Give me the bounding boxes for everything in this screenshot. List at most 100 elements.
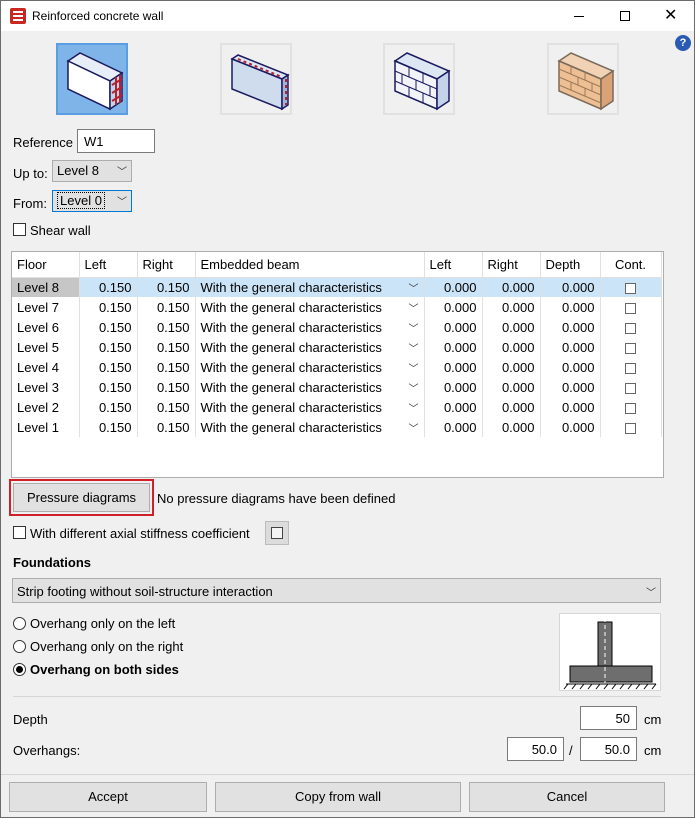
cont-cell[interactable] [600, 377, 662, 397]
floor-cell[interactable]: Level 4 [12, 357, 80, 377]
floor-cell[interactable]: Level 3 [12, 377, 80, 397]
right-cell[interactable]: 0.150 [137, 377, 196, 397]
chevron-down-icon[interactable]: ﹀ [409, 340, 419, 355]
table-row[interactable]: Level 8 0.150 0.150 With the general cha… [12, 277, 662, 297]
beam-cell[interactable]: With the general characteristics ﹀ [195, 277, 425, 297]
table-row[interactable]: Level 3 0.150 0.150 With the general cha… [12, 377, 662, 397]
beam-right-cell[interactable]: 0.000 [482, 277, 541, 297]
beam-right-cell[interactable]: 0.000 [482, 337, 541, 357]
cont-cell[interactable] [600, 317, 662, 337]
minimize-button[interactable] [556, 1, 602, 31]
cont-checkbox[interactable] [625, 362, 636, 374]
beam-left-cell[interactable]: 0.000 [424, 297, 483, 317]
accept-button[interactable]: Accept [9, 782, 207, 812]
overhang-both-radio[interactable] [13, 663, 26, 676]
left-cell[interactable]: 0.150 [79, 417, 138, 437]
cont-checkbox[interactable] [625, 422, 636, 434]
chevron-down-icon[interactable]: ﹀ [409, 420, 419, 435]
depth-cell[interactable]: 0.000 [540, 277, 601, 297]
beam-right-cell[interactable]: 0.000 [482, 317, 541, 337]
pressure-diagrams-button[interactable]: Pressure diagrams [13, 483, 150, 512]
copy-from-wall-button[interactable]: Copy from wall [215, 782, 461, 812]
chevron-down-icon[interactable]: ﹀ [409, 380, 419, 395]
depth-cell[interactable]: 0.000 [540, 357, 601, 377]
beam-right-cell[interactable]: 0.000 [482, 417, 541, 437]
cont-checkbox[interactable] [625, 322, 636, 334]
cont-checkbox[interactable] [625, 302, 636, 314]
right-cell[interactable]: 0.150 [137, 317, 196, 337]
floor-cell[interactable]: Level 5 [12, 337, 80, 357]
floor-cell[interactable]: Level 8 [12, 277, 80, 297]
left-cell[interactable]: 0.150 [79, 357, 138, 377]
depth-cell[interactable]: 0.000 [540, 297, 601, 317]
depth-cell[interactable]: 0.000 [540, 377, 601, 397]
floor-cell[interactable]: Level 1 [12, 417, 80, 437]
left-cell[interactable]: 0.150 [79, 337, 138, 357]
beam-cell[interactable]: With the general characteristics ﹀ [195, 357, 425, 377]
table-row[interactable]: Level 4 0.150 0.150 With the general cha… [12, 357, 662, 377]
left-cell[interactable]: 0.150 [79, 377, 138, 397]
cancel-button[interactable]: Cancel [469, 782, 665, 812]
left-cell[interactable]: 0.150 [79, 297, 138, 317]
cont-cell[interactable] [600, 397, 662, 417]
depth-input[interactable] [580, 706, 637, 730]
beam-cell[interactable]: With the general characteristics ﹀ [195, 417, 425, 437]
beam-right-cell[interactable]: 0.000 [482, 397, 541, 417]
axial-stiffness-edit-button[interactable] [265, 521, 289, 545]
beam-cell[interactable]: With the general characteristics ﹀ [195, 337, 425, 357]
depth-cell[interactable]: 0.000 [540, 337, 601, 357]
table-row[interactable]: Level 6 0.150 0.150 With the general cha… [12, 317, 662, 337]
beam-left-cell[interactable]: 0.000 [424, 397, 483, 417]
wall-type-block-masonry[interactable] [383, 43, 455, 115]
cont-checkbox[interactable] [625, 342, 636, 354]
beam-cell[interactable]: With the general characteristics ﹀ [195, 397, 425, 417]
cont-checkbox[interactable] [625, 382, 636, 394]
table-row[interactable]: Level 2 0.150 0.150 With the general cha… [12, 397, 662, 417]
left-cell[interactable]: 0.150 [79, 317, 138, 337]
right-cell[interactable]: 0.150 [137, 357, 196, 377]
floor-cell[interactable]: Level 6 [12, 317, 80, 337]
wall-type-brick-masonry[interactable] [547, 43, 619, 115]
cont-checkbox[interactable] [625, 402, 636, 414]
foundation-type-select[interactable]: Strip footing without soil-structure int… [12, 578, 661, 603]
table-row[interactable]: Level 7 0.150 0.150 With the general cha… [12, 297, 662, 317]
overhang-left-input[interactable] [507, 737, 564, 761]
axial-stiffness-checkbox[interactable] [13, 526, 26, 539]
overhang-left-radio[interactable] [13, 617, 26, 630]
right-cell[interactable]: 0.150 [137, 417, 196, 437]
wall-type-rc[interactable] [56, 43, 128, 115]
right-cell[interactable]: 0.150 [137, 337, 196, 357]
left-cell[interactable]: 0.150 [79, 277, 138, 297]
left-cell[interactable]: 0.150 [79, 397, 138, 417]
cont-cell[interactable] [600, 277, 662, 297]
help-icon[interactable]: ? [675, 35, 691, 51]
right-cell[interactable]: 0.150 [137, 297, 196, 317]
beam-cell[interactable]: With the general characteristics ﹀ [195, 297, 425, 317]
cont-checkbox[interactable] [625, 282, 636, 294]
chevron-down-icon[interactable]: ﹀ [409, 400, 419, 415]
beam-cell[interactable]: With the general characteristics ﹀ [195, 377, 425, 397]
depth-cell[interactable]: 0.000 [540, 417, 601, 437]
right-cell[interactable]: 0.150 [137, 277, 196, 297]
right-cell[interactable]: 0.150 [137, 397, 196, 417]
depth-cell[interactable]: 0.000 [540, 317, 601, 337]
maximize-button[interactable] [602, 1, 648, 31]
upto-select[interactable]: Level 8 ﹀ [52, 160, 132, 182]
cont-cell[interactable] [600, 357, 662, 377]
beam-left-cell[interactable]: 0.000 [424, 377, 483, 397]
beam-left-cell[interactable]: 0.000 [424, 357, 483, 377]
table-row[interactable]: Level 5 0.150 0.150 With the general cha… [12, 337, 662, 357]
beam-left-cell[interactable]: 0.000 [424, 417, 483, 437]
reference-input[interactable] [77, 129, 155, 153]
overhang-right-radio[interactable] [13, 640, 26, 653]
chevron-down-icon[interactable]: ﹀ [409, 320, 419, 335]
cont-cell[interactable] [600, 337, 662, 357]
chevron-down-icon[interactable]: ﹀ [409, 300, 419, 315]
cont-cell[interactable] [600, 297, 662, 317]
table-row[interactable]: Level 1 0.150 0.150 With the general cha… [12, 417, 662, 437]
close-button[interactable]: ✕ [648, 1, 694, 31]
shear-wall-checkbox[interactable] [13, 223, 26, 236]
floor-cell[interactable]: Level 2 [12, 397, 80, 417]
overhang-right-input[interactable] [580, 737, 637, 761]
cont-cell[interactable] [600, 417, 662, 437]
